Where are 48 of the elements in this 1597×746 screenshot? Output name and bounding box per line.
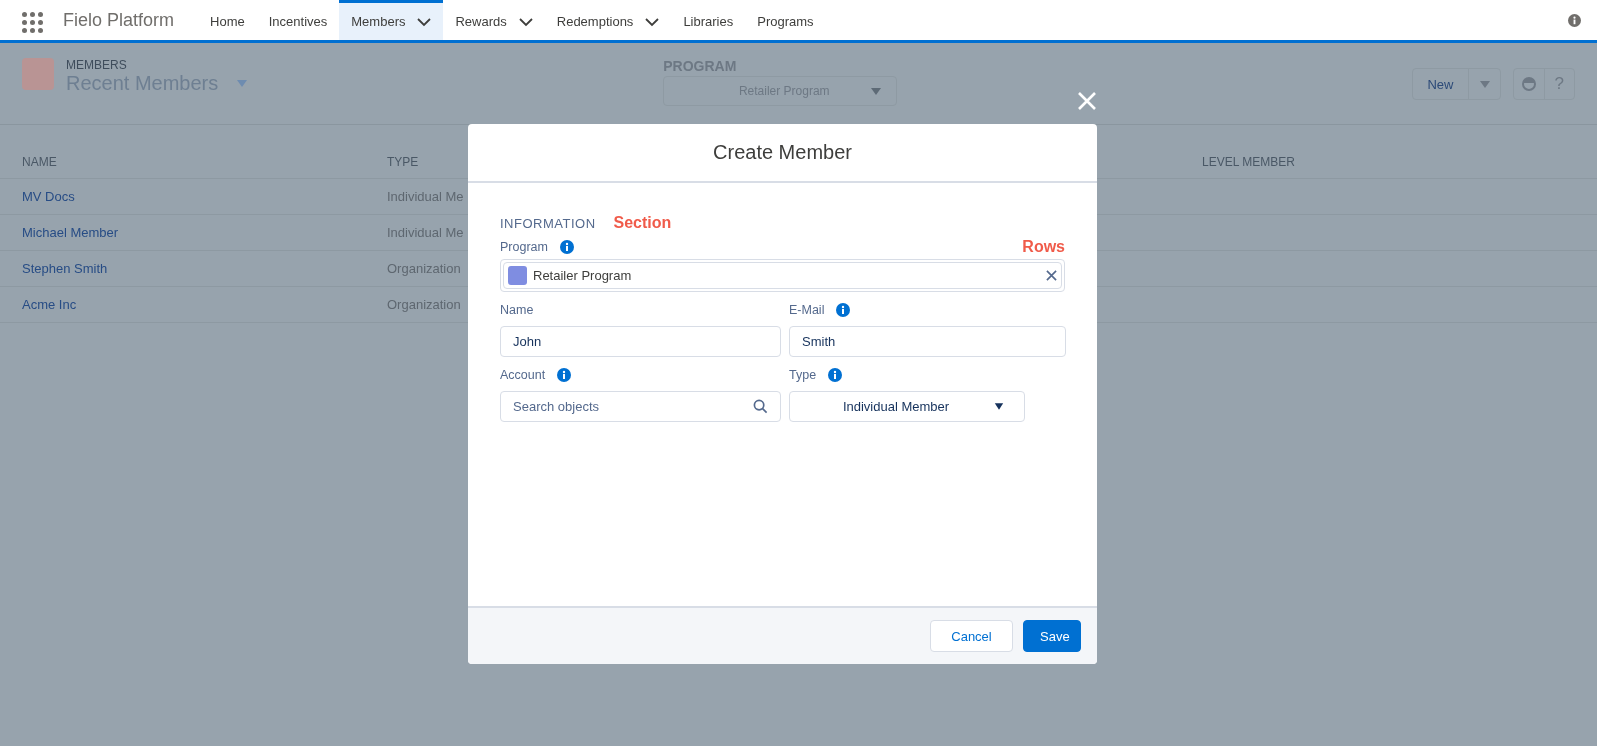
app-name: Fielo Platform [63,9,175,31]
chevron-down-icon[interactable] [417,16,432,27]
dropdown-triangle-icon [1478,79,1491,89]
column-header: TYPE [387,154,419,169]
field-label: Name [500,303,534,317]
object-label: MEMBERS [66,58,128,72]
nav-tab[interactable]: Members [339,0,444,40]
record-icon [508,266,527,285]
nav-tab[interactable]: Home [198,0,257,40]
nav-tab[interactable]: Rewards [443,0,545,40]
column-header: LEVEL MEMBER [1202,154,1295,169]
chevron-down-icon[interactable] [645,16,660,27]
table-cell: Individual Me [387,225,464,240]
cancel-button[interactable]: Cancel [930,620,1013,652]
selected-record: Retailer Program [533,268,633,283]
field-label: Account [500,368,546,382]
nav-tab[interactable]: Incentives [256,0,340,40]
table-cell: Organization [387,297,461,312]
save-button[interactable]: Save [1023,620,1081,652]
dropdown-triangle-icon [994,402,1005,411]
info-icon[interactable] [559,240,574,254]
search-field[interactable]: Search objects [500,391,781,422]
chevron-down-icon[interactable] [518,16,533,27]
field-label: E-Mail [789,303,825,317]
info-icon[interactable] [1568,13,1581,27]
nav-tab[interactable]: Libraries [671,0,746,40]
clear-icon[interactable] [1046,270,1057,281]
section-title: INFORMATION [500,215,596,231]
nav-tab[interactable]: Programs [745,0,826,40]
info-icon[interactable] [828,368,843,382]
input-field[interactable]: John [500,326,781,357]
column-header: NAME [22,154,57,169]
program-lookup-field[interactable]: Retailer Program [500,259,1065,292]
app-launcher-icon[interactable] [22,12,43,35]
select-field[interactable]: Individual Member [789,391,1025,422]
annotation-label: Rows [1022,238,1065,256]
nav-tab[interactable]: Redemptions [544,0,672,40]
table-cell: Organization [387,261,461,276]
modal-title: Create Member [713,141,852,164]
field-label: Program [500,240,548,254]
search-icon[interactable] [753,399,768,414]
field-label: Type [789,368,817,382]
info-icon[interactable] [557,368,572,382]
table-cell: Individual Me [387,189,464,204]
input-field[interactable]: Smith [789,326,1066,357]
annotation-label: Section [613,214,672,232]
close-icon[interactable] [1077,91,1097,111]
info-icon[interactable] [836,303,851,317]
